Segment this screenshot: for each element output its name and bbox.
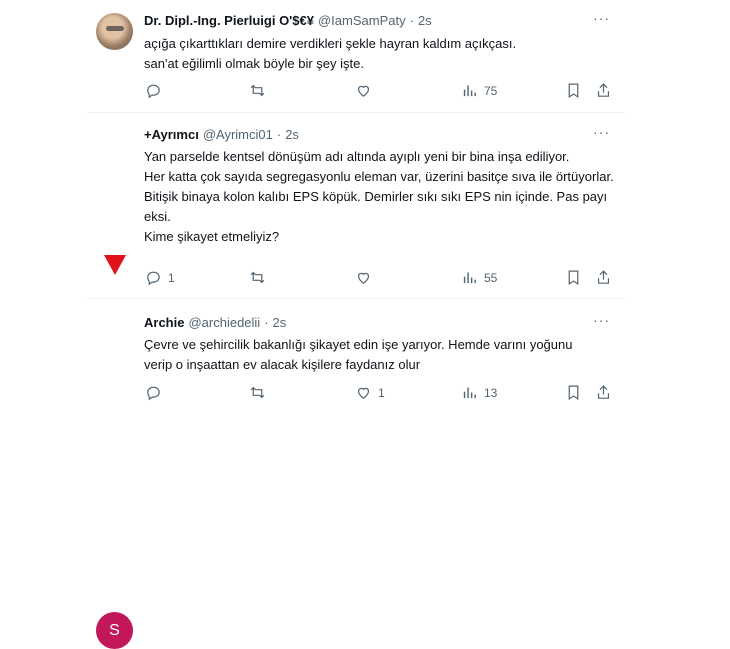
avatar[interactable] [96,249,133,286]
share-icon [597,385,610,399]
red-triangle-icon [104,255,126,275]
tweet-text: açığa çıkarttıkları demire verdikleri şe… [144,36,517,71]
heart-icon [357,85,370,97]
retweet-icon [250,84,265,97]
views-button[interactable]: 75 [461,82,497,99]
timestamp[interactable]: 2s [285,127,299,142]
heart-icon [357,272,370,284]
tweet-header: Archie @archiedelii · 2s [144,315,286,330]
share-button[interactable] [595,269,612,286]
avatar-detail [106,26,124,31]
views-button[interactable]: 13 [461,384,497,401]
bookmark-icon [568,270,579,286]
reply-button[interactable] [145,384,168,401]
share-button[interactable] [595,82,612,99]
heart-icon [357,387,370,399]
more-options-icon[interactable]: ··· [593,312,610,328]
display-name[interactable]: +Ayrımcı [144,127,199,142]
timestamp[interactable]: 2s [418,13,432,28]
retweet-icon [250,386,265,399]
avatar[interactable] [96,13,133,50]
like-button[interactable] [355,269,378,286]
analytics-icon [463,85,476,97]
tweet-actions: 1 13 [137,384,610,404]
bookmark-button[interactable] [565,82,582,99]
analytics-icon [463,272,476,284]
tweet-actions: 75 [137,82,610,102]
tweet-text: Çevre ve şehircilik bakanlığı şikayet ed… [144,337,573,372]
display-name[interactable]: Archie [144,315,184,330]
views-count: 55 [484,270,498,285]
tweet-2[interactable]: +Ayrımcı @Ayrimci01 · 2s ··· Yan parseld… [87,113,626,299]
tweet-1[interactable]: Dr. Dipl.-Ing. Pierluigi O'$€¥ @IamSamPa… [87,0,626,113]
bookmark-icon [568,385,579,401]
username[interactable]: @archiedelii [188,315,260,330]
separator-dot: · [264,315,269,330]
retweet-button[interactable] [249,82,272,99]
bookmark-button[interactable] [565,384,582,401]
tweet-3[interactable]: S Archie @archiedelii · 2s ··· Çevre ve … [87,299,626,649]
bookmark-button[interactable] [565,269,582,286]
reply-button[interactable] [145,82,168,99]
reply-button[interactable]: 1 [145,269,175,286]
tweet-text: Yan parselde kentsel dönüşüm adı altında… [144,149,614,244]
like-count: 1 [378,385,385,400]
reply-icon [147,271,160,286]
avatar[interactable]: S [96,612,133,649]
reply-count: 1 [168,270,175,285]
more-options-icon[interactable]: ··· [593,10,610,26]
like-button[interactable] [355,82,378,99]
share-button[interactable] [595,384,612,401]
views-count: 13 [484,385,498,400]
analytics-icon [463,387,476,399]
retweet-button[interactable] [249,269,272,286]
display-name[interactable]: Dr. Dipl.-Ing. Pierluigi O'$€¥ [144,13,314,28]
timestamp[interactable]: 2s [273,315,287,330]
views-count: 75 [484,83,498,98]
share-icon [597,83,610,97]
tweet-header: Dr. Dipl.-Ing. Pierluigi O'$€¥ @IamSamPa… [144,13,432,28]
reply-icon [147,84,160,99]
share-icon [597,270,610,284]
views-button[interactable]: 55 [461,269,497,286]
retweet-button[interactable] [249,384,272,401]
username[interactable]: @Ayrimci01 [203,127,273,142]
separator-dot: · [276,127,282,142]
like-button[interactable]: 1 [355,384,385,401]
bookmark-icon [568,83,579,99]
tweet-header: +Ayrımcı @Ayrimci01 · 2s [144,127,299,142]
username[interactable]: @IamSamPaty [318,13,406,28]
reply-icon [147,386,160,401]
more-options-icon[interactable]: ··· [593,124,610,140]
timeline: Dr. Dipl.-Ing. Pierluigi O'$€¥ @IamSamPa… [87,0,626,649]
separator-dot: · [409,13,414,28]
tweet-actions: 1 55 [137,269,610,289]
retweet-icon [250,271,265,284]
